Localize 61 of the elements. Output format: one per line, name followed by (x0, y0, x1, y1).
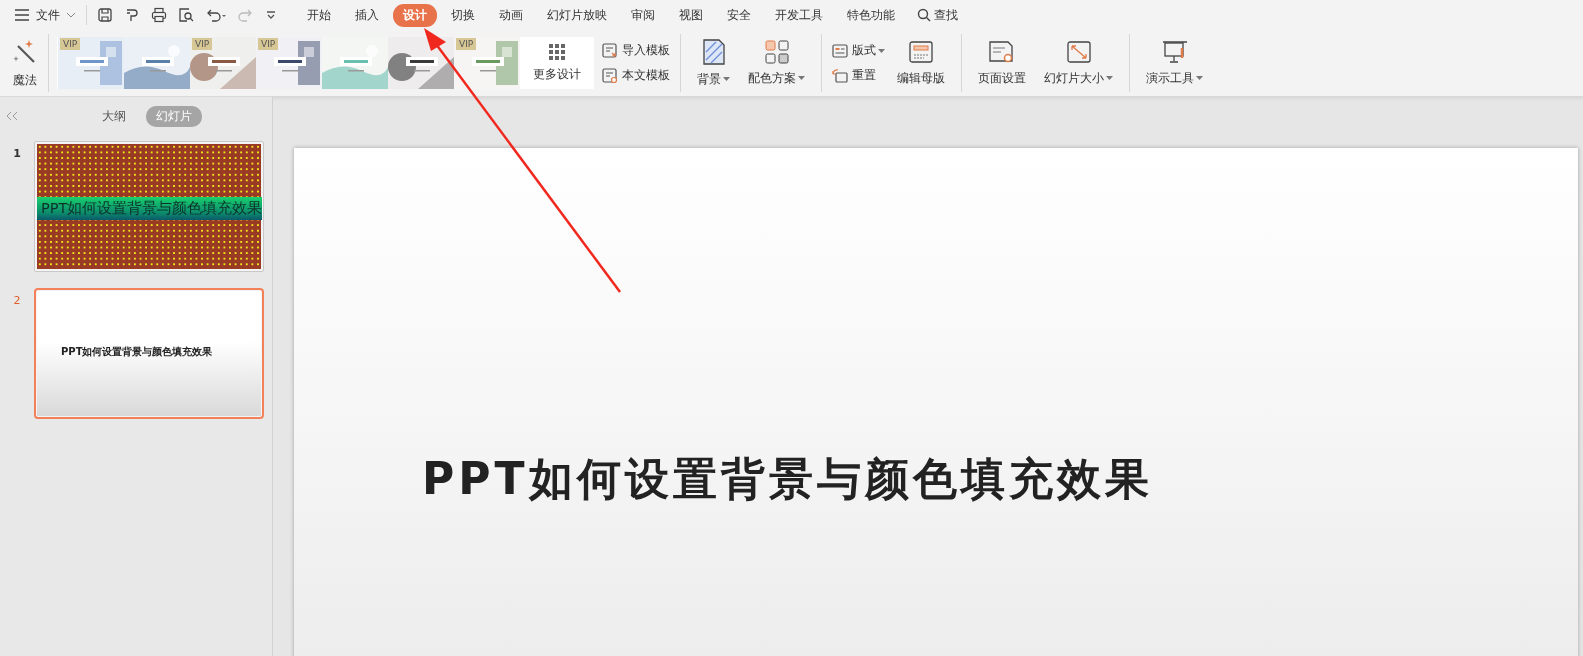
ribbon-tab[interactable]: 视图 (669, 3, 713, 27)
ribbon-button[interactable]: 重置 (832, 67, 885, 84)
ribbon-tab[interactable]: 审阅 (621, 3, 665, 27)
import-template-icon (602, 42, 618, 59)
menu-icon (14, 9, 30, 21)
slide-master-icon (909, 39, 933, 64)
vip-badge: VIP (192, 38, 213, 50)
format-painter-icon[interactable] (124, 7, 140, 23)
chevron-down-icon (66, 12, 76, 18)
magic-button[interactable]: 魔法 (8, 37, 42, 89)
search-button[interactable]: 查找 (917, 6, 958, 24)
ribbon-button[interactable]: 版式 (832, 42, 885, 59)
vip-badge: VIP (258, 38, 279, 50)
thumbnail-title: PPT如何设置背景与颜色填充效果 (37, 197, 263, 220)
dropdown-caret-icon (1106, 76, 1113, 80)
reset-icon (832, 67, 848, 84)
layout-icon (832, 42, 848, 59)
slide-thumbnail[interactable]: PPT如何设置背景与颜色填充效果 (34, 288, 264, 419)
slide-number: 1 (12, 146, 22, 160)
thumbnail-title: PPT如何设置背景与颜色填充效果 (60, 344, 213, 359)
slide-title: PPT如何设置背景与颜色填充效果 (422, 452, 1153, 506)
dropdown-caret-icon (878, 48, 885, 53)
document-template-icon (602, 67, 618, 84)
ribbon-button[interactable]: 演示工具 (1140, 37, 1209, 89)
ribbon-button[interactable]: 幻灯片大小 (1038, 37, 1119, 89)
undo-icon[interactable] (205, 7, 227, 23)
slide-thumbnail[interactable]: PPT如何设置背景与颜色填充效果 (34, 141, 264, 272)
save-icon[interactable] (97, 7, 113, 23)
ribbon-button[interactable]: 配色方案 (742, 37, 811, 89)
more-designs-button[interactable]: 更多设计 (520, 43, 594, 83)
ribbon-tab[interactable]: 插入 (345, 3, 389, 27)
ribbon-tab[interactable]: 动画 (489, 3, 533, 27)
customize-caret-icon[interactable] (265, 9, 277, 21)
vip-badge: VIP (456, 38, 477, 50)
dropdown-caret-icon (1196, 76, 1203, 80)
print-preview-icon[interactable] (178, 7, 194, 23)
search-icon (917, 8, 931, 22)
panel-tab[interactable]: 大纲 (92, 105, 136, 127)
grid-icon (549, 43, 565, 60)
page-setup-icon (989, 39, 1015, 64)
ribbon-tab[interactable]: 切换 (441, 3, 485, 27)
ribbon-tab[interactable]: 开始 (297, 3, 341, 27)
slide-size-icon (1066, 39, 1091, 64)
slide-number: 2 (12, 293, 22, 307)
ribbon-button[interactable]: 页面设置 (972, 37, 1032, 89)
ribbon-tab[interactable]: 幻灯片放映 (537, 3, 617, 27)
ribbon-tab[interactable]: 安全 (717, 3, 761, 27)
vip-badge: VIP (60, 38, 81, 50)
print-icon[interactable] (151, 7, 167, 23)
ribbon-tab[interactable]: 特色功能 (837, 3, 905, 27)
file-menu[interactable]: 文件 (14, 6, 76, 24)
ribbon-tab[interactable]: 开发工具 (765, 3, 833, 27)
presentation-tools-icon (1161, 39, 1188, 64)
dropdown-caret-icon (798, 76, 805, 80)
dropdown-caret-icon (723, 77, 730, 81)
ribbon-button[interactable]: 导入模板 (602, 42, 670, 59)
background-icon (701, 38, 726, 65)
ribbon-button[interactable]: 本文模板 (602, 67, 670, 84)
ribbon-button[interactable]: 背景 (691, 36, 736, 90)
ribbon-button[interactable]: 编辑母版 (891, 37, 951, 89)
color-scheme-icon (764, 39, 789, 64)
